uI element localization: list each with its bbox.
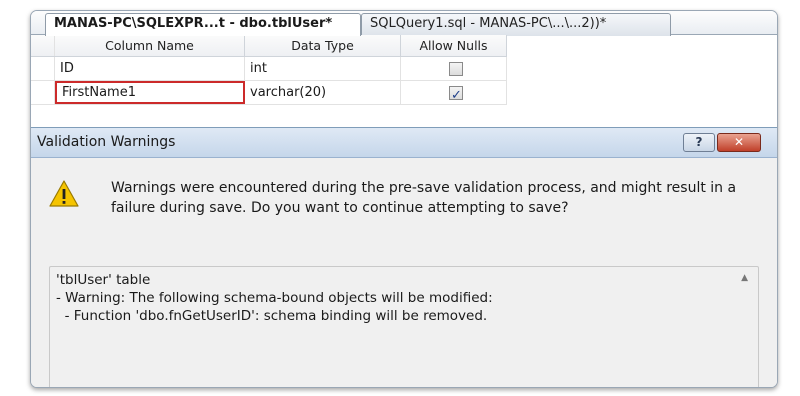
warning-message: Warnings were encountered during the pre… — [111, 180, 737, 216]
row-selector[interactable] — [31, 57, 55, 80]
editor-window: MANAS-PC\SQLEXPR...t - dbo.tblUser* SQLQ… — [30, 10, 778, 388]
allow-nulls-checkbox[interactable]: ✓ — [449, 86, 463, 103]
header-data-type: Data Type — [245, 35, 401, 56]
details-line-2: - Warning: The following schema-bound ob… — [56, 290, 493, 306]
scroll-up-arrow-icon[interactable]: ▲ — [741, 273, 748, 283]
validation-warnings-dialog: Validation Warnings ? ✕ Warnings were en… — [31, 127, 777, 387]
column-grid: Column Name Data Type Allow Nulls ID int… — [31, 35, 507, 105]
details-line-1: 'tblUser' table — [56, 272, 151, 288]
details-text: 'tblUser' table - Warning: The following… — [56, 271, 493, 325]
dialog-titlebar[interactable]: Validation Warnings ? ✕ — [31, 128, 777, 158]
details-textbox[interactable]: 'tblUser' table - Warning: The following… — [49, 266, 759, 387]
row-selector-header — [31, 35, 55, 56]
dialog-title: Validation Warnings — [37, 134, 176, 150]
header-column-name: Column Name — [55, 35, 245, 56]
close-button[interactable]: ✕ — [717, 133, 761, 152]
details-line-3: - Function 'dbo.fnGetUserID': schema bin… — [56, 308, 488, 324]
grid-header: Column Name Data Type Allow Nulls — [31, 35, 507, 57]
tab-sql-query[interactable]: SQLQuery1.sql - MANAS-PC\...\...2))* — [361, 13, 671, 36]
table-row[interactable]: FirstName1 varchar(20) ✓ — [31, 81, 507, 105]
data-type-cell[interactable]: int — [245, 57, 401, 80]
header-allow-nulls: Allow Nulls — [401, 35, 507, 56]
tab-table-designer[interactable]: MANAS-PC\SQLEXPR...t - dbo.tblUser* — [45, 13, 361, 36]
help-button[interactable]: ? — [683, 133, 715, 152]
column-name-cell[interactable]: ID — [55, 57, 245, 80]
table-row[interactable]: ID int — [31, 57, 507, 81]
check-mark-icon: ✓ — [451, 88, 462, 103]
row-selector[interactable] — [31, 81, 55, 104]
column-name-cell-editing[interactable]: FirstName1 — [55, 81, 245, 104]
allow-nulls-checkbox[interactable] — [449, 62, 463, 76]
tab-bar: MANAS-PC\SQLEXPR...t - dbo.tblUser* SQLQ… — [31, 11, 777, 36]
allow-nulls-cell: ✓ — [401, 81, 507, 104]
data-type-cell[interactable]: varchar(20) — [245, 81, 401, 104]
warning-icon — [49, 180, 79, 207]
allow-nulls-cell — [401, 57, 507, 80]
